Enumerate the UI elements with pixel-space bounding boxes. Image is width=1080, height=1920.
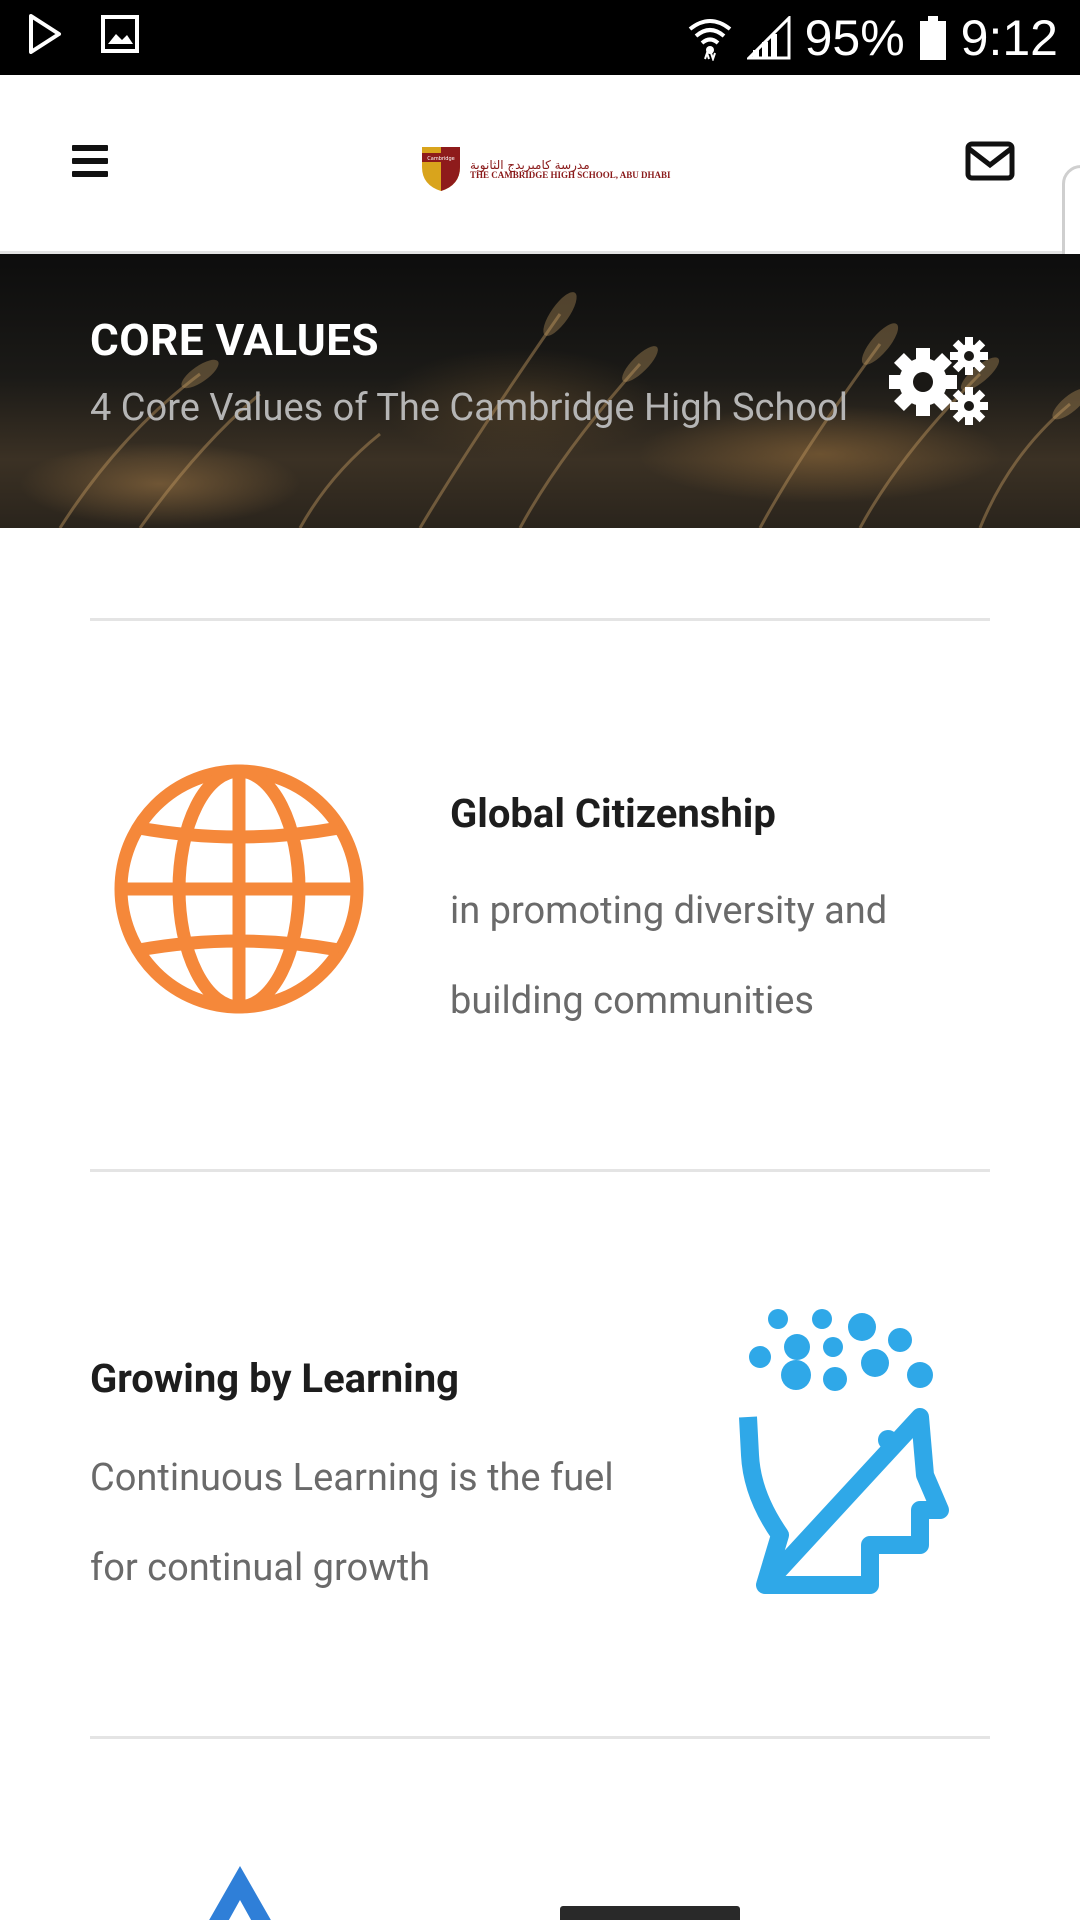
logo-arabic-text: مدرسة كامبريدج الثانوية	[470, 157, 590, 172]
battery-icon	[919, 16, 946, 60]
menu-icon[interactable]	[72, 145, 108, 177]
gears-icon	[889, 337, 988, 425]
svg-text:Cambridge: Cambridge	[427, 156, 454, 162]
learning-head-icon	[739, 1309, 949, 1594]
battery-percentage: 95%	[804, 10, 905, 66]
divider	[90, 1736, 990, 1739]
value-title: Global Citizenship	[450, 790, 776, 837]
value-description: in promoting diversity and building comm…	[450, 889, 888, 1023]
divider	[90, 1169, 990, 1172]
mail-icon[interactable]	[965, 141, 1015, 185]
crest-icon: Cambridge	[422, 147, 460, 191]
logo-english-text: THE CAMBRIDGE HIGH SCHOOL, ABU DHABI	[470, 169, 671, 180]
wifi-icon	[688, 19, 731, 61]
divider	[90, 618, 990, 621]
play-store-icon	[29, 14, 61, 54]
value-title: Growing by Learning	[90, 1355, 460, 1402]
value-description: Continuous Learning is the fuel for cont…	[90, 1456, 614, 1590]
school-logo[interactable]: Cambridge مدرسة كامبريدج الثانوية THE CA…	[420, 145, 671, 193]
aspire-icon	[209, 1866, 271, 1920]
gallery-icon	[101, 15, 139, 53]
page-subtitle: 4 Core Values of The Cambridge High Scho…	[90, 386, 848, 430]
value-title-partial	[560, 1906, 750, 1920]
globe-icon	[114, 764, 364, 1014]
status-bar: 95% 9:12	[0, 0, 1080, 75]
signal-icon	[746, 16, 791, 60]
app-header: Cambridge مدرسة كامبريدج الثانوية THE CA…	[0, 75, 1080, 254]
clock: 9:12	[960, 10, 1058, 66]
page-title: CORE VALUES	[90, 314, 380, 366]
